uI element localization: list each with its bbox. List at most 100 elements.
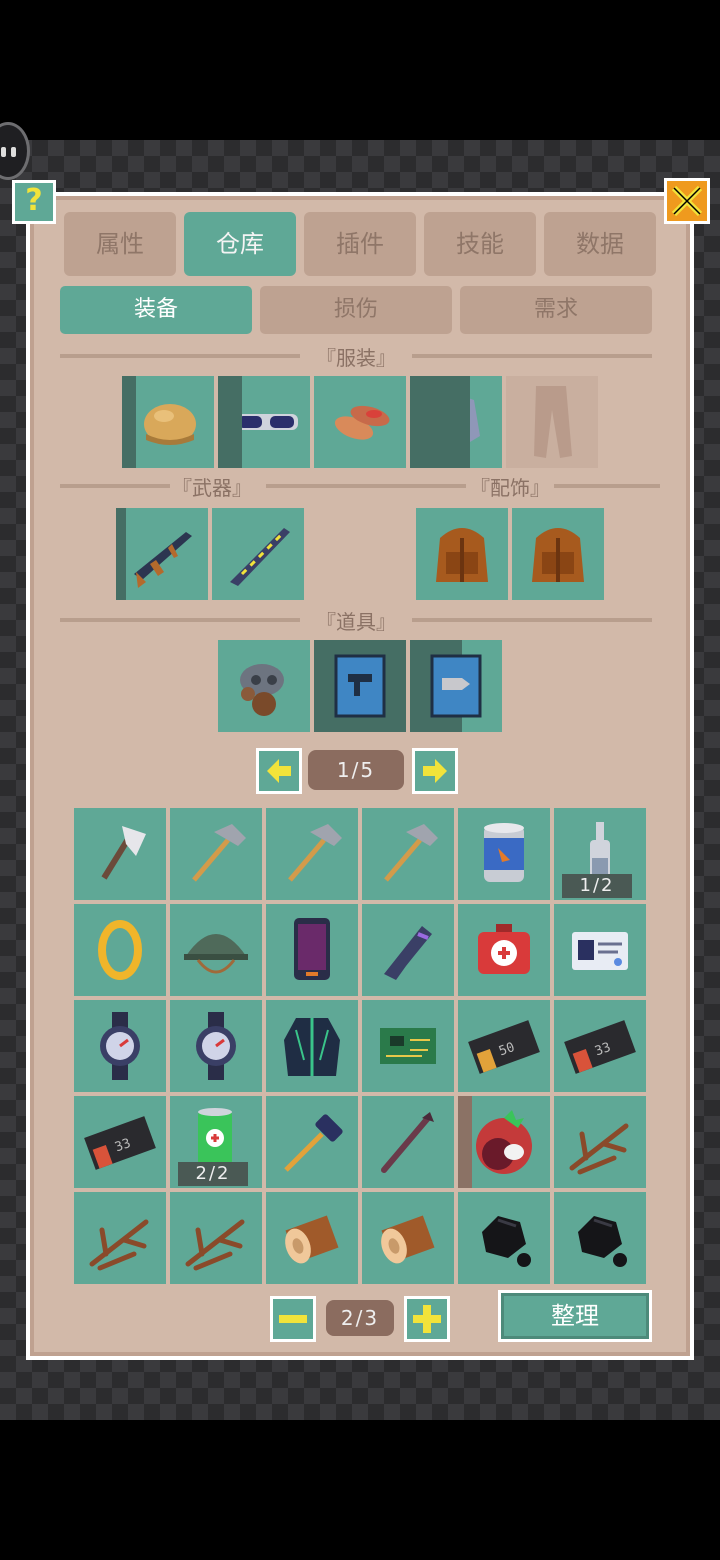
- phone-icon: [294, 918, 330, 980]
- inventory-slot[interactable]: [458, 1096, 550, 1188]
- slot-tool-2[interactable]: [314, 640, 406, 732]
- blade-icon: [230, 528, 290, 586]
- slot-tool-1[interactable]: [218, 640, 310, 732]
- subtab-damage[interactable]: 损伤: [260, 286, 452, 334]
- slot-pants[interactable]: [506, 376, 598, 468]
- inventory-slot[interactable]: [458, 904, 550, 996]
- divider: [266, 484, 466, 488]
- inventory-slot[interactable]: [554, 904, 646, 996]
- inventory-slot[interactable]: [266, 808, 358, 900]
- id-card-icon: [572, 932, 628, 970]
- slot-tool-3[interactable]: [410, 640, 502, 732]
- slot-hat[interactable]: [122, 376, 214, 468]
- item-quantity: 1/2: [562, 874, 632, 898]
- slot-goggles[interactable]: [218, 376, 310, 468]
- inventory-slot[interactable]: [458, 808, 550, 900]
- inventory-slot[interactable]: [458, 1192, 550, 1284]
- slot-accessory-1[interactable]: [416, 508, 508, 600]
- section-title-tools: 『道具』: [316, 610, 396, 634]
- ticket-50-icon: 50: [468, 1020, 540, 1074]
- inventory-slot[interactable]: [554, 1192, 646, 1284]
- tab-data[interactable]: 数据: [544, 212, 656, 276]
- decrease-page-button[interactable]: [270, 1296, 316, 1342]
- inventory-slot[interactable]: [266, 1000, 358, 1092]
- inventory-slot[interactable]: [74, 1000, 166, 1092]
- slot-armor[interactable]: [410, 376, 502, 468]
- minus-icon: [279, 1315, 307, 1323]
- assault-rifle-icon: [134, 532, 192, 588]
- sort-button[interactable]: 整理: [498, 1290, 652, 1342]
- inventory-slot[interactable]: [362, 1192, 454, 1284]
- tab-storage[interactable]: 仓库: [184, 212, 296, 276]
- pistol-icon: [384, 926, 432, 980]
- tab-attributes[interactable]: 属性: [64, 212, 176, 276]
- subtab-equipment[interactable]: 装备: [60, 286, 252, 334]
- watch-icon: [196, 1012, 236, 1080]
- inventory-slot[interactable]: [362, 1000, 454, 1092]
- smg-book-icon: [334, 654, 386, 718]
- inventory-slot[interactable]: [362, 904, 454, 996]
- twigs-icon: [89, 1219, 149, 1271]
- ticket-33-icon: 33: [564, 1020, 636, 1074]
- hammer-icon: [288, 824, 342, 882]
- inventory-slot[interactable]: [266, 904, 358, 996]
- coal-icon: [578, 1216, 627, 1267]
- close-icon: [671, 185, 703, 217]
- inventory-slot[interactable]: 2/2: [170, 1096, 262, 1188]
- divider: [60, 354, 300, 358]
- increase-page-button[interactable]: [404, 1296, 450, 1342]
- inventory-slot[interactable]: [170, 904, 262, 996]
- prev-page-button[interactable]: [256, 748, 302, 794]
- axe-icon: [101, 826, 146, 880]
- backpack-icon: [436, 528, 488, 582]
- inventory-slot[interactable]: [362, 808, 454, 900]
- medkit-icon: [478, 924, 530, 974]
- log-icon: [381, 1215, 435, 1264]
- plus-icon: [413, 1305, 441, 1333]
- item-quantity: 2/2: [178, 1162, 248, 1186]
- inventory-slot[interactable]: [74, 808, 166, 900]
- helmet-icon: [184, 934, 248, 974]
- ticket-33-icon: 33: [84, 1116, 156, 1170]
- subtab-needs[interactable]: 需求: [460, 286, 652, 334]
- coal-icon: [482, 1216, 531, 1267]
- divider: [412, 354, 652, 358]
- equip-page-indicator: 1/5: [308, 750, 404, 790]
- arrow-left-icon: [267, 759, 291, 783]
- inventory-slot[interactable]: 33: [74, 1096, 166, 1188]
- hammer-icon: [384, 824, 438, 882]
- tab-skills[interactable]: 技能: [424, 212, 536, 276]
- inventory-slot[interactable]: [74, 1192, 166, 1284]
- twigs-icon: [569, 1123, 629, 1175]
- tab-plugins[interactable]: 插件: [304, 212, 416, 276]
- twigs-icon: [185, 1219, 245, 1271]
- circuit-board-icon: [380, 1028, 436, 1064]
- inventory-slot[interactable]: [266, 1192, 358, 1284]
- inventory-slot[interactable]: [170, 1192, 262, 1284]
- slot-secondary-weapon[interactable]: [212, 508, 304, 600]
- divider: [412, 618, 652, 622]
- inventory-slot[interactable]: [170, 1000, 262, 1092]
- canned-food-icon: [484, 823, 524, 882]
- inventory-slot[interactable]: [554, 1096, 646, 1188]
- inventory-slot[interactable]: 50: [458, 1000, 550, 1092]
- ammo-book-icon: [430, 654, 482, 718]
- inventory-slot[interactable]: [266, 1096, 358, 1188]
- mallet-icon: [284, 1114, 343, 1172]
- slot-accessory-2[interactable]: [512, 508, 604, 600]
- divider: [60, 618, 300, 622]
- slot-primary-weapon[interactable]: [116, 508, 208, 600]
- section-title-clothing: 『服装』: [316, 346, 396, 370]
- inventory-slot[interactable]: 33: [554, 1000, 646, 1092]
- inventory-slot[interactable]: 1/2: [554, 808, 646, 900]
- log-icon: [285, 1215, 339, 1264]
- ring-icon: [98, 920, 142, 980]
- inventory-slot[interactable]: [74, 904, 166, 996]
- slot-gloves[interactable]: [314, 376, 406, 468]
- inventory-slot[interactable]: [170, 808, 262, 900]
- watch-icon: [100, 1012, 140, 1080]
- help-button[interactable]: ?: [12, 180, 56, 224]
- inventory-slot[interactable]: [362, 1096, 454, 1188]
- next-page-button[interactable]: [412, 748, 458, 794]
- close-button[interactable]: [664, 178, 710, 224]
